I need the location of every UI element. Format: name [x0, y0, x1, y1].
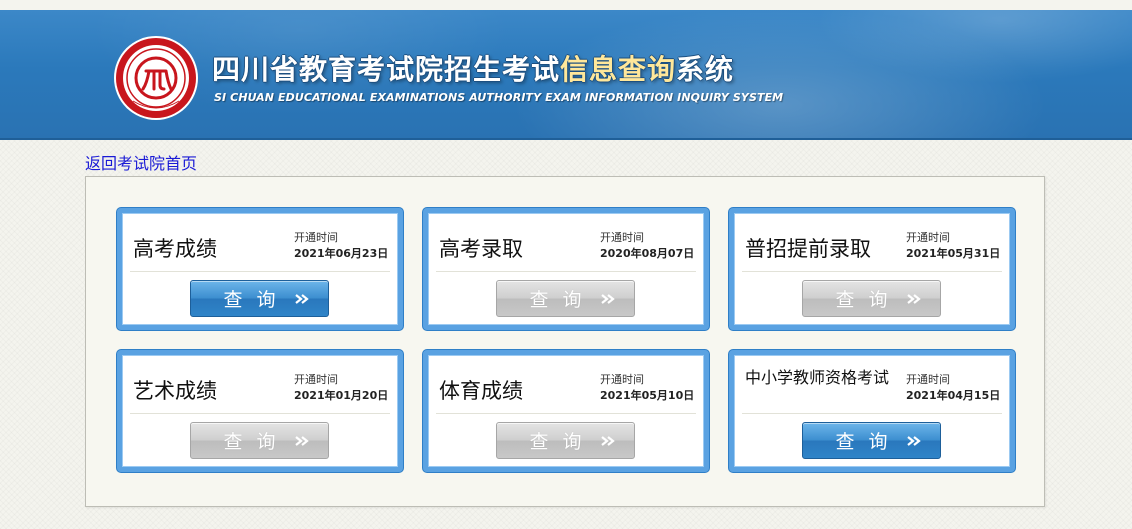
divider	[436, 271, 696, 272]
top-strip	[0, 0, 1132, 10]
divider	[130, 271, 390, 272]
query-button-label: 查询	[835, 431, 902, 453]
divider	[130, 413, 390, 414]
query-button[interactable]: 查询	[802, 422, 941, 459]
double-chevron-right-icon	[600, 435, 615, 446]
card-gaokao-score: 高考成绩 开通时间 2021年06月23日 查询	[117, 208, 403, 330]
site-header: 四川省教育考试院招生考试信息查询系统 SI CHUAN EDUCATIONAL …	[0, 10, 1132, 140]
card-gaokao-admission: 高考录取 开通时间 2020年08月07日 查询	[423, 208, 709, 330]
card-title: 中小学教师资格考试	[745, 368, 890, 387]
query-button-label: 查询	[529, 289, 596, 311]
card-title: 高考录取	[439, 237, 523, 261]
open-time-label: 开通时间	[906, 231, 950, 244]
query-button-label: 查询	[223, 431, 290, 453]
double-chevron-right-icon	[294, 293, 309, 304]
open-date: 2021年01月20日	[294, 389, 389, 402]
card-art-score: 艺术成绩 开通时间 2021年01月20日 查询	[117, 350, 403, 472]
double-chevron-right-icon	[906, 435, 921, 446]
divider	[742, 413, 1002, 414]
open-time-label: 开通时间	[600, 231, 644, 244]
open-date: 2021年06月23日	[294, 247, 389, 260]
system-title: 四川省教育考试院招生考试信息查询系统	[212, 53, 735, 86]
card-title: 高考成绩	[133, 237, 217, 261]
card-teacher-qualification: 中小学教师资格考试 开通时间 2021年04月15日 查询	[729, 350, 1015, 472]
query-button-label: 查询	[529, 431, 596, 453]
double-chevron-right-icon	[600, 293, 615, 304]
open-time-label: 开通时间	[600, 373, 644, 386]
back-to-home-link[interactable]: 返回考试院首页	[85, 150, 197, 174]
title-highlight: 信息查询	[560, 53, 677, 86]
query-button[interactable]: 查询	[190, 280, 329, 317]
double-chevron-right-icon	[294, 435, 309, 446]
double-chevron-right-icon	[906, 293, 921, 304]
divider	[436, 413, 696, 414]
card-title: 艺术成绩	[133, 379, 217, 403]
query-button[interactable]: 查询	[496, 280, 635, 317]
card-early-admission: 普招提前录取 开通时间 2021年05月31日 查询	[729, 208, 1015, 330]
query-button-label: 查询	[223, 289, 290, 311]
query-button[interactable]: 查询	[496, 422, 635, 459]
open-date: 2020年08月07日	[600, 247, 695, 260]
open-time-label: 开通时间	[294, 231, 338, 244]
open-date: 2021年04月15日	[906, 389, 1001, 402]
open-time-label: 开通时间	[906, 373, 950, 386]
query-panel: 高考成绩 开通时间 2021年06月23日 查询 高考录取 开通时间 2020年…	[85, 176, 1045, 507]
card-sports-score: 体育成绩 开通时间 2021年05月10日 查询	[423, 350, 709, 472]
query-button-label: 查询	[835, 289, 902, 311]
open-date: 2021年05月10日	[600, 389, 695, 402]
seal-logo-icon	[114, 36, 198, 120]
open-date: 2021年05月31日	[906, 247, 1001, 260]
query-button[interactable]: 查询	[190, 422, 329, 459]
divider	[742, 271, 1002, 272]
system-subtitle-en: SI CHUAN EDUCATIONAL EXAMINATIONS AUTHOR…	[214, 91, 784, 104]
open-time-label: 开通时间	[294, 373, 338, 386]
card-title: 普招提前录取	[745, 237, 871, 261]
query-button[interactable]: 查询	[802, 280, 941, 317]
card-title: 体育成绩	[439, 379, 523, 403]
